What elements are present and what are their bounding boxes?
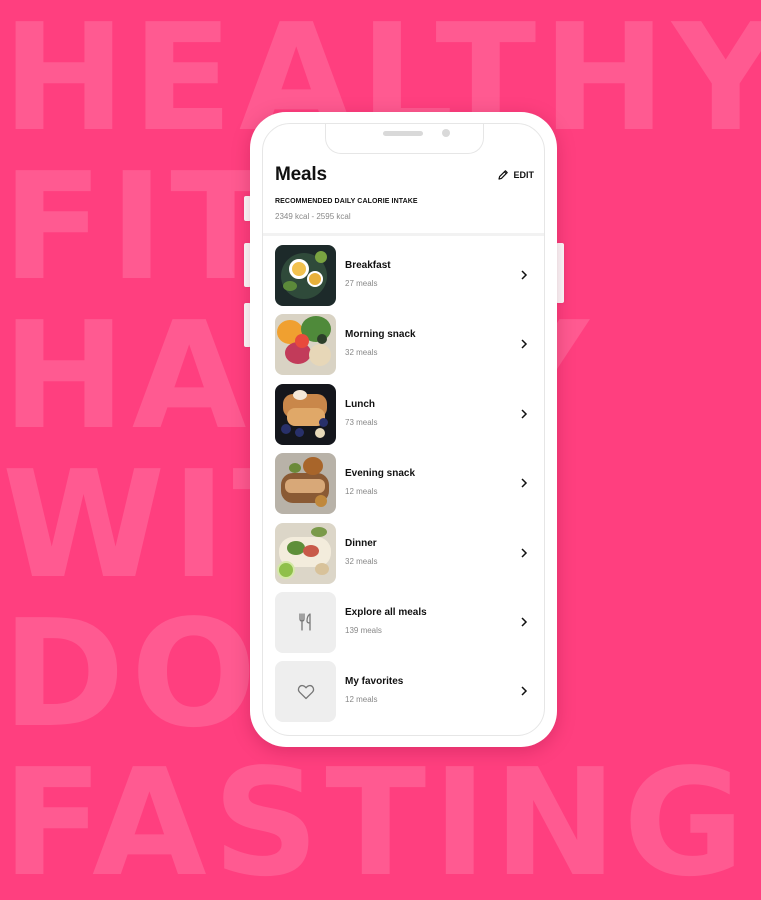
favorites-thumb xyxy=(275,661,336,723)
dinner-photo xyxy=(275,522,336,584)
meal-count: 32 meals xyxy=(345,556,378,566)
phone-frame: Meals EDIT RECOMMENDED DAILY CALORIE INT… xyxy=(250,112,557,747)
chevron-right-icon xyxy=(521,409,528,419)
chevron-right-icon xyxy=(521,548,528,558)
meal-count: 73 meals xyxy=(345,417,378,427)
calorie-heading: RECOMMENDED DAILY CALORIE INTAKE xyxy=(275,198,418,205)
pencil-icon xyxy=(498,170,509,180)
meal-name: Lunch xyxy=(345,398,375,410)
meal-item-breakfast[interactable]: Breakfast 27 meals xyxy=(275,245,536,314)
bg-word: DO xyxy=(2,588,263,760)
phone-screen: Meals EDIT RECOMMENDED DAILY CALORIE INT… xyxy=(262,123,545,736)
phone-notch xyxy=(325,124,484,154)
speaker xyxy=(383,131,423,136)
edit-button[interactable]: EDIT xyxy=(497,169,534,181)
meal-name: My favorites xyxy=(345,676,404,688)
meal-item-lunch[interactable]: Lunch 73 meals xyxy=(275,383,536,453)
meal-count: 12 meals xyxy=(345,487,378,497)
meal-count: 139 meals xyxy=(345,625,382,635)
chevron-right-icon xyxy=(521,270,528,280)
page-title: Meals xyxy=(275,164,327,185)
my-favorites-item[interactable]: My favorites 12 meals xyxy=(275,661,536,730)
meal-count: 32 meals xyxy=(345,348,378,358)
meal-name: Explore all meals xyxy=(345,606,427,618)
fork-knife-icon xyxy=(298,613,311,632)
chevron-right-icon xyxy=(521,686,528,696)
lunch-photo xyxy=(275,383,336,445)
meal-item-evening-snack[interactable]: Evening snack 12 meals xyxy=(275,453,536,522)
meal-name: Breakfast xyxy=(345,260,391,271)
meal-list: Breakfast 27 meals Morning snack 32 meal… xyxy=(275,245,536,731)
chevron-right-icon xyxy=(521,617,528,627)
meal-count: 27 meals xyxy=(345,279,378,288)
evening-snack-photo xyxy=(275,453,336,515)
meal-name: Dinner xyxy=(345,537,377,549)
breakfast-photo xyxy=(275,245,336,306)
morning-snack-photo xyxy=(275,314,336,376)
bg-word: FASTING xyxy=(2,737,751,900)
front-camera xyxy=(442,129,450,137)
meal-item-dinner[interactable]: Dinner 32 meals xyxy=(275,522,536,592)
chevron-right-icon xyxy=(521,478,528,488)
meal-count: 12 meals xyxy=(345,695,378,705)
edit-label: EDIT xyxy=(513,170,534,180)
power-button xyxy=(556,243,564,303)
chevron-right-icon xyxy=(521,339,528,349)
divider xyxy=(263,233,544,236)
heart-icon xyxy=(297,684,314,699)
meal-name: Morning snack xyxy=(345,329,416,341)
explore-all-meals-item[interactable]: Explore all meals 139 meals xyxy=(275,591,536,661)
calorie-range: 2349 kcal - 2595 kcal xyxy=(275,212,351,221)
meals-header: Meals EDIT RECOMMENDED DAILY CALORIE INT… xyxy=(275,164,534,221)
explore-thumb xyxy=(275,591,336,653)
bg-word: FIT xyxy=(2,141,278,313)
meal-item-morning-snack[interactable]: Morning snack 32 meals xyxy=(275,314,536,383)
meal-name: Evening snack xyxy=(345,468,416,480)
